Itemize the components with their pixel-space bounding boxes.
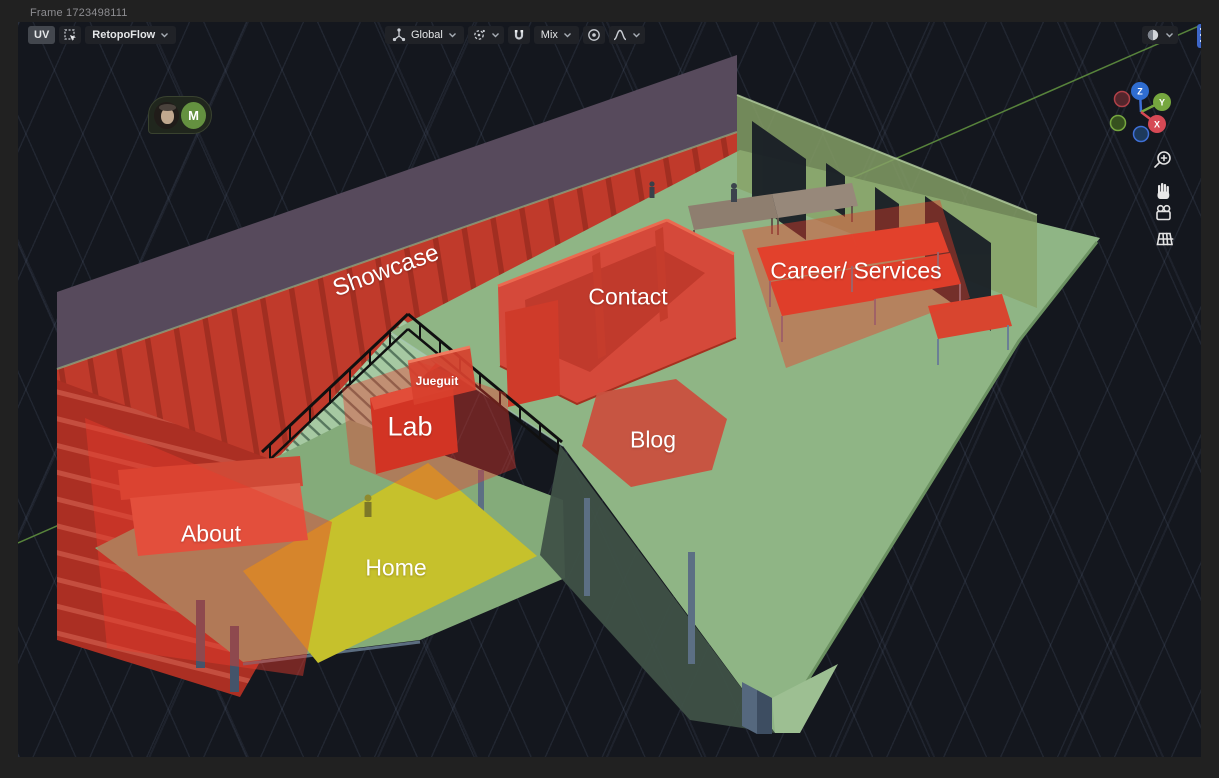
pan-hand-icon[interactable] [1158, 183, 1170, 199]
retopoflow-dropdown[interactable]: RetopoFlow [85, 26, 176, 44]
chevron-down-icon [632, 31, 641, 39]
transform-orientation-icon [392, 28, 406, 42]
chevron-down-icon [1165, 31, 1174, 39]
mezzanine-red-box [505, 300, 560, 407]
toolbar-right [1142, 26, 1178, 44]
camera-view-icon[interactable] [1157, 206, 1170, 220]
zone-label-home[interactable]: Home [365, 555, 426, 582]
magnet-snap-icon [512, 28, 526, 42]
collaborator-initial-badge: M [181, 102, 206, 129]
toolbar-left: UV RetopoFlow [28, 26, 176, 44]
zone-label-contact[interactable]: Contact [588, 284, 667, 311]
falloff-dropdown[interactable] [609, 26, 645, 44]
snap-toggle[interactable] [508, 26, 530, 44]
gizmo-neg-x-ball[interactable] [1115, 92, 1130, 107]
zone-label-jueguito[interactable]: Jueguit [416, 374, 459, 388]
gizmo-x-label: X [1154, 120, 1160, 130]
zone-label-blog[interactable]: Blog [630, 427, 676, 454]
uv-select-tool[interactable] [59, 26, 81, 44]
collaborator-badge[interactable]: M [148, 96, 212, 134]
pivot-point-icon [472, 28, 486, 42]
toolbar-center: Global Mix [385, 26, 645, 44]
chevron-down-icon [160, 31, 169, 39]
shading-dropdown[interactable] [1142, 26, 1178, 44]
figma-canvas: Frame 1723498111 [0, 0, 1219, 778]
character-figure-home [365, 495, 372, 518]
viewport-nav-tools [1155, 152, 1173, 245]
chevron-down-icon [491, 31, 500, 39]
proportional-editing-icon [587, 28, 601, 42]
falloff-curve-icon [613, 28, 627, 42]
pivot-dropdown[interactable] [468, 26, 504, 44]
gizmo-z-label: Z [1137, 87, 1143, 97]
zoom-icon[interactable] [1155, 152, 1170, 167]
gizmo-neg-z-ball[interactable] [1134, 127, 1149, 142]
orientation-dropdown[interactable]: Global [385, 26, 464, 44]
collaborator-avatar [154, 102, 179, 129]
blend-mode-dropdown[interactable]: Mix [534, 26, 579, 44]
gizmo-y-label: Y [1159, 98, 1165, 108]
frame-title[interactable]: Frame 1723498111 [30, 7, 128, 19]
orthographic-grid-icon[interactable] [1158, 234, 1173, 245]
zone-label-career-services[interactable]: Career/ Services [770, 258, 941, 285]
zone-label-lab[interactable]: Lab [387, 412, 432, 443]
navigation-gizmo[interactable]: Z Y X [1111, 82, 1172, 142]
chevron-down-icon [448, 31, 457, 39]
uv-select-box-icon [63, 28, 77, 42]
chevron-down-icon [563, 31, 572, 39]
viewport-shading-icon [1146, 28, 1160, 42]
uv-button[interactable]: UV [28, 26, 55, 44]
zone-label-about[interactable]: About [181, 521, 241, 548]
clipped-ui-fragment [1197, 24, 1201, 48]
gizmo-neg-y-ball[interactable] [1111, 116, 1126, 131]
building [57, 55, 1100, 734]
3d-viewport[interactable]: Z Y X [18, 22, 1201, 757]
proportional-toggle[interactable] [583, 26, 605, 44]
